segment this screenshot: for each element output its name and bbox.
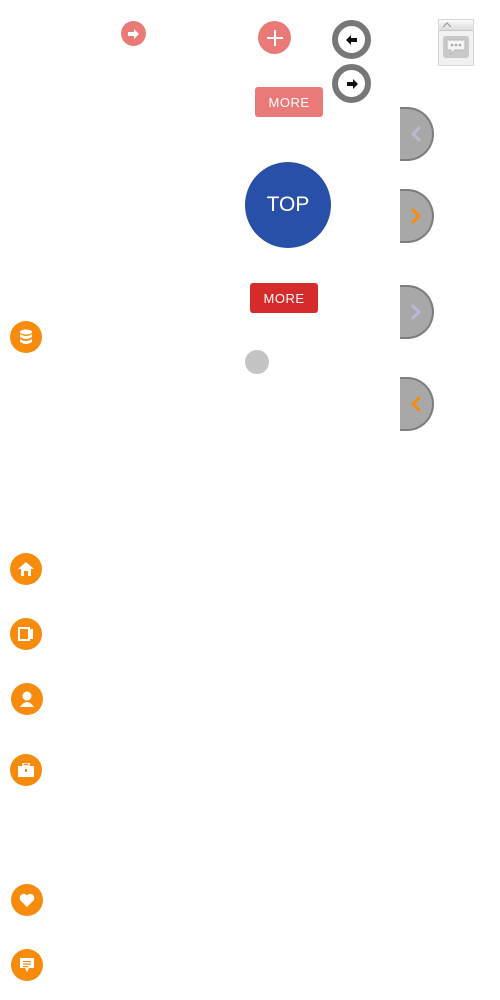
status-dot xyxy=(245,350,269,374)
chevron-right-icon xyxy=(411,304,421,320)
message-icon xyxy=(20,958,34,972)
more-button-red[interactable]: MORE xyxy=(250,283,318,313)
top-button[interactable]: TOP xyxy=(245,162,331,248)
home-button[interactable] xyxy=(10,553,42,585)
chat-widget-header xyxy=(439,20,473,31)
database-icon xyxy=(20,329,32,344)
add-button[interactable] xyxy=(258,21,291,54)
more-button-light[interactable]: MORE xyxy=(255,87,323,117)
book-button[interactable] xyxy=(10,618,42,650)
next-tab-gray[interactable] xyxy=(400,285,434,339)
plus-icon xyxy=(266,29,283,46)
collapse-icon xyxy=(443,22,451,28)
profile-button[interactable] xyxy=(11,683,43,715)
chevron-left-icon xyxy=(411,126,421,142)
prev-tab-orange[interactable] xyxy=(400,377,434,431)
favorites-button[interactable] xyxy=(11,884,43,916)
arrow-right-icon xyxy=(346,78,358,89)
arrow-left-icon xyxy=(345,34,357,45)
arrow-right-button[interactable] xyxy=(121,21,146,46)
home-icon xyxy=(18,562,34,576)
chevron-right-icon xyxy=(411,208,421,224)
arrow-right-icon xyxy=(128,28,139,39)
heart-icon xyxy=(19,893,35,907)
next-tab-orange[interactable] xyxy=(400,189,434,243)
chat-widget[interactable] xyxy=(438,19,474,66)
briefcase-button[interactable] xyxy=(10,754,42,786)
back-button[interactable] xyxy=(332,20,371,59)
chat-icon xyxy=(443,36,469,58)
book-icon xyxy=(18,627,33,641)
chevron-left-icon xyxy=(411,396,421,412)
briefcase-icon xyxy=(18,763,34,777)
user-icon xyxy=(20,691,34,707)
prev-tab-gray[interactable] xyxy=(400,107,434,161)
database-button[interactable] xyxy=(10,321,42,353)
forward-button[interactable] xyxy=(332,64,371,103)
messages-button[interactable] xyxy=(11,949,43,981)
